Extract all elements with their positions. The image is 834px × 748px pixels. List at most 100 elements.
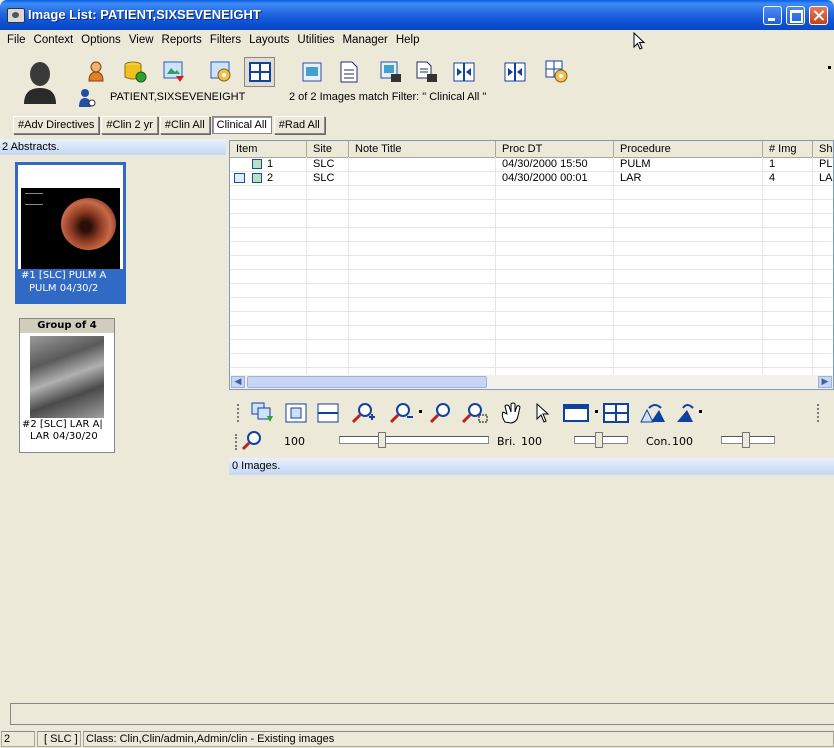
bottom-panel <box>10 703 834 725</box>
horizontal-scrollbar[interactable]: ◀ ▶ <box>230 375 833 389</box>
column-procedure[interactable]: Procedure <box>614 141 763 157</box>
image-type-icon <box>252 159 262 169</box>
menu-manager[interactable]: Manager <box>338 34 391 46</box>
image-list-grid: Item Site Note Title Proc DT Procedure #… <box>229 140 834 390</box>
menu-help[interactable]: Help <box>392 34 424 46</box>
table-row[interactable]: 2 SLC 04/30/2000 00:01 LAR 4 LA <box>230 172 833 185</box>
menu-filters[interactable]: Filters <box>206 34 245 46</box>
report-document-icon[interactable] <box>416 61 438 83</box>
abstract-thumbnail-2[interactable]: Group of 4 #2 [SLC] LAR A| LAR 04/30/20 <box>19 318 115 453</box>
zoom-icon[interactable] <box>429 402 455 424</box>
scroll-thumb[interactable] <box>247 376 487 388</box>
cell-img-count: 4 <box>769 172 776 184</box>
scroll-left-icon[interactable]: ◀ <box>231 376 245 388</box>
layout-grid-icon[interactable] <box>603 403 629 423</box>
fit-icon[interactable] <box>285 403 307 423</box>
image-icon[interactable] <box>302 62 322 82</box>
close-button[interactable] <box>809 6 828 25</box>
column-short[interactable]: Sh <box>813 141 833 157</box>
menu-file[interactable]: File <box>3 34 30 46</box>
document-icon[interactable] <box>340 61 358 83</box>
patient-icon[interactable] <box>86 60 106 82</box>
cell-site: SLC <box>313 158 335 170</box>
copy-images-icon[interactable] <box>251 402 275 424</box>
contrast-value: 100 <box>672 435 693 448</box>
patient-name: PATIENT,SIXSEVENEIGHT <box>110 91 246 103</box>
minimize-button[interactable] <box>763 6 782 25</box>
zoom-slider[interactable] <box>339 436 489 444</box>
cell-short: PL <box>819 158 833 170</box>
xray-image <box>30 336 104 418</box>
window-title: Image List: PATIENT,SIXSEVENEIGHT <box>28 7 261 22</box>
frame-icon[interactable] <box>563 404 589 422</box>
abstract-caption-1: #1 [SLC] PULM A PULM 04/30/2 <box>18 269 123 301</box>
zoom-rect-icon[interactable] <box>461 402 489 424</box>
status-bar: 2 [ SLC ] Class: Clin,Clin/admin,Admin/c… <box>0 730 834 748</box>
brightness-value: 100 <box>521 435 542 448</box>
drag-handle-icon[interactable] <box>235 434 240 450</box>
toolbar-overflow-icon[interactable] <box>828 66 831 69</box>
image-type-icon <box>252 173 262 183</box>
abstract-thumbnail-1[interactable]: #1 [SLC] PULM A PULM 04/30/2 <box>15 162 126 304</box>
pan-hand-icon[interactable] <box>499 402 523 424</box>
flip-icon[interactable] <box>675 402 697 424</box>
settings-image-icon[interactable] <box>209 60 233 84</box>
group-label: Group of 4 <box>20 319 114 333</box>
filter-tab-clin-2yr[interactable]: #Clin 2 yr <box>101 116 158 134</box>
config-icon[interactable] <box>545 60 569 84</box>
patient-detail-icon[interactable] <box>78 88 96 108</box>
menu-reports[interactable]: Reports <box>158 34 206 46</box>
filter-tab-adv-directives[interactable]: #Adv Directives <box>13 116 100 134</box>
cell-site: SLC <box>313 172 335 184</box>
image-document-icon[interactable] <box>380 61 402 83</box>
column-note-title[interactable]: Note Title <box>349 141 496 157</box>
zoom-level-icon <box>241 431 261 451</box>
maximize-button[interactable] <box>786 6 805 25</box>
drag-handle-icon[interactable] <box>237 404 242 422</box>
zoom-in-icon[interactable] <box>351 402 377 424</box>
layout-grid-icon <box>249 62 271 82</box>
column-proc-dt[interactable]: Proc DT <box>496 141 614 157</box>
group-icon <box>234 173 245 183</box>
zoom-slider-thumb[interactable] <box>378 432 386 448</box>
menu-options[interactable]: Options <box>77 34 125 46</box>
filter-tab-rad-all[interactable]: #Rad All <box>273 116 325 134</box>
endoscopy-image <box>21 188 120 270</box>
zoom-out-icon[interactable] <box>389 402 415 424</box>
endoscopy-view <box>61 198 116 250</box>
status-message: Class: Clin,Clin/admin,Admin/clin - Exis… <box>83 731 834 747</box>
split-right-icon[interactable] <box>504 62 526 82</box>
dropdown-dot-icon[interactable] <box>595 410 598 413</box>
column-item[interactable]: Item <box>230 141 307 157</box>
filter-tab-clinical-all[interactable]: Clinical All <box>211 116 272 134</box>
refresh-image-icon[interactable] <box>162 60 186 84</box>
menu-context[interactable]: Context <box>30 34 78 46</box>
contrast-slider-thumb[interactable] <box>742 432 750 448</box>
zoom-value: 100 <box>284 435 305 448</box>
brightness-label: Bri. <box>497 435 516 448</box>
cell-item: 2 <box>230 172 307 185</box>
rotate-icon[interactable] <box>639 402 667 424</box>
menu-view[interactable]: View <box>125 34 158 46</box>
menu-layouts[interactable]: Layouts <box>245 34 293 46</box>
brightness-slider-thumb[interactable] <box>595 432 603 448</box>
cell-proc-dt: 04/30/2000 15:50 <box>502 158 588 170</box>
menu-utilities[interactable]: Utilities <box>293 34 338 46</box>
cell-proc-dt: 04/30/2000 00:01 <box>502 172 588 184</box>
drag-handle-icon[interactable] <box>817 404 822 422</box>
mouse-cursor-icon <box>633 32 646 50</box>
dropdown-dot-icon[interactable] <box>699 410 702 413</box>
column-site[interactable]: Site <box>307 141 349 157</box>
pointer-icon[interactable] <box>535 402 551 424</box>
person-silhouette-icon[interactable] <box>22 60 58 106</box>
scroll-right-icon[interactable]: ▶ <box>818 376 832 388</box>
layout-grid-button[interactable] <box>244 57 275 87</box>
status-count: 2 <box>1 731 35 747</box>
filter-tab-clin-all[interactable]: #Clin All <box>159 116 210 134</box>
split-left-icon[interactable] <box>453 62 475 82</box>
fit-width-icon[interactable] <box>317 403 339 423</box>
dropdown-dot-icon[interactable] <box>419 410 422 413</box>
table-row[interactable]: 1 SLC 04/30/2000 15:50 PULM 1 PL <box>230 158 833 171</box>
column-img-count[interactable]: # Img <box>763 141 813 157</box>
database-icon[interactable] <box>123 60 147 84</box>
